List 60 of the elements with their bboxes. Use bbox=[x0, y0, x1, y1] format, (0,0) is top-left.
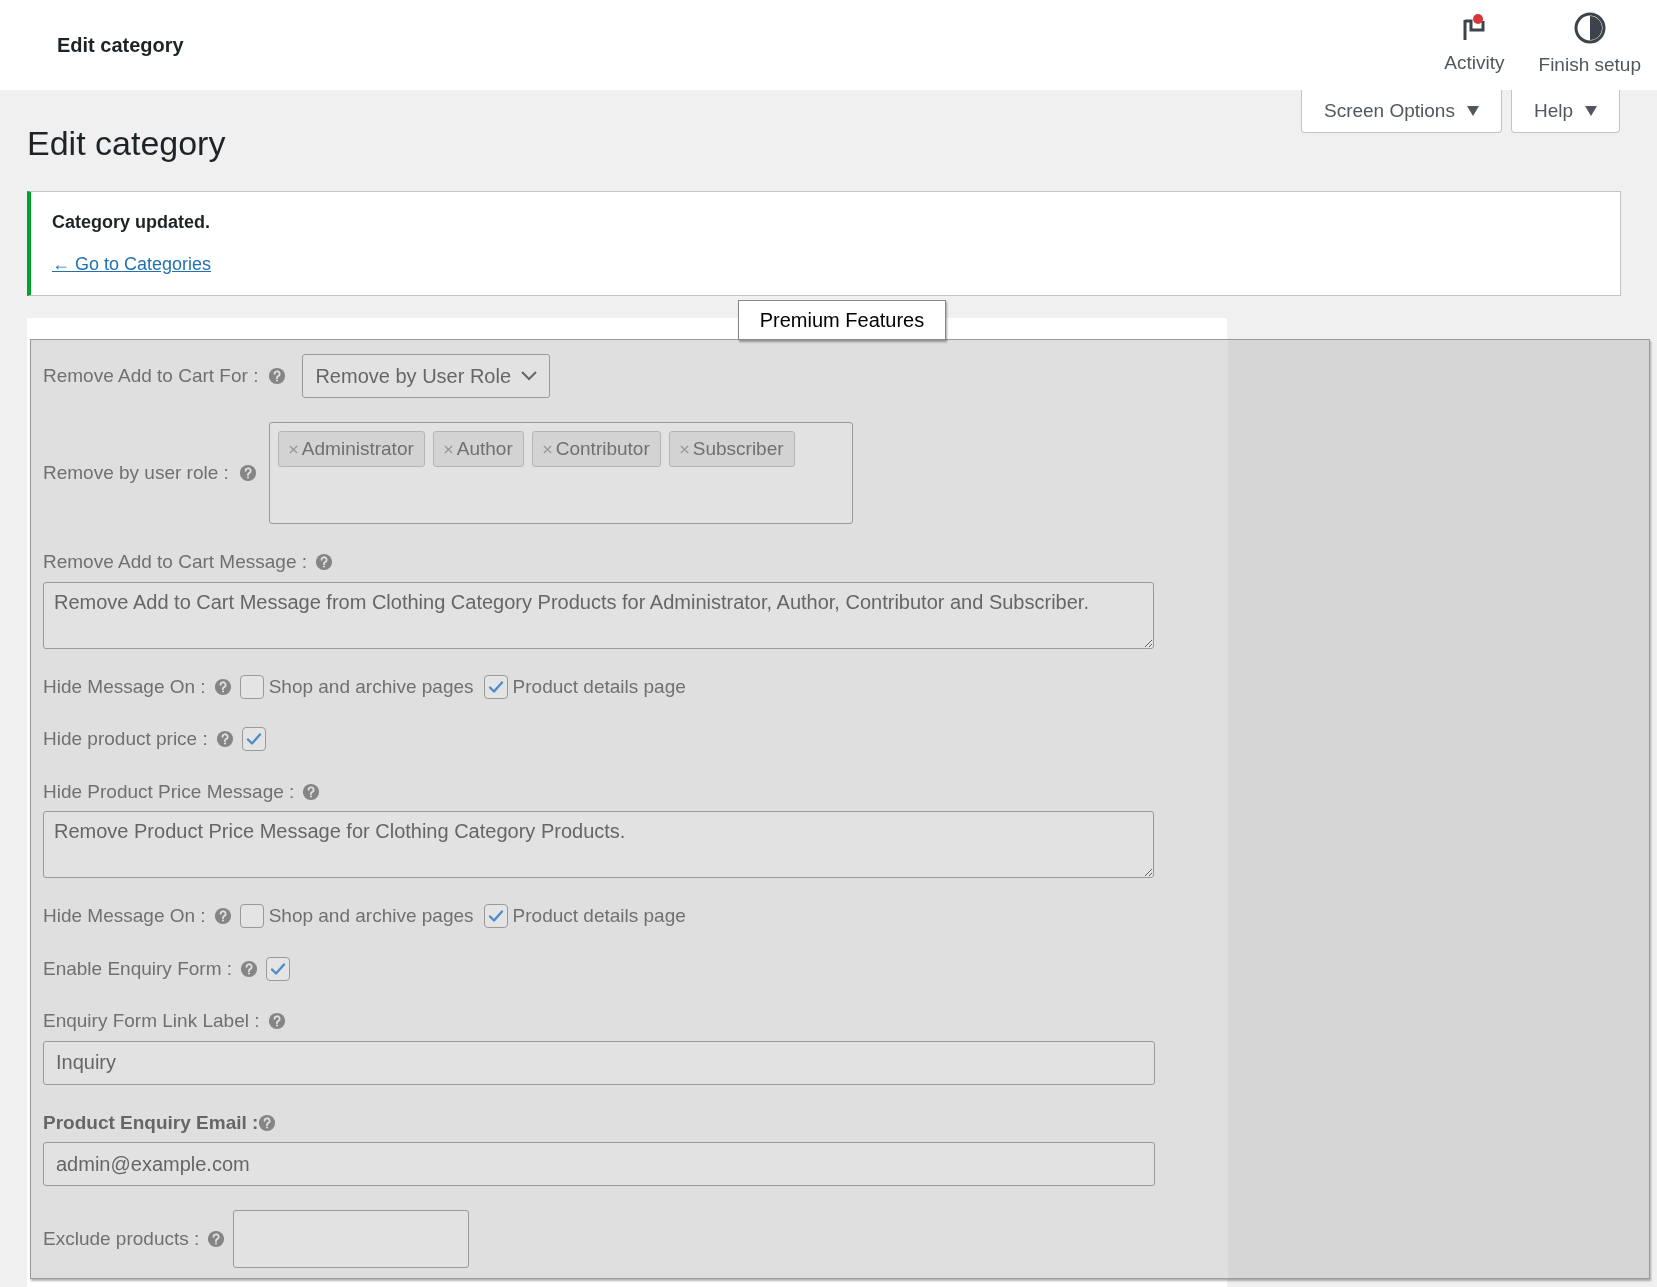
field-label: Hide Product Price Message : bbox=[43, 779, 295, 804]
help-icon bbox=[238, 464, 257, 482]
page-title: Edit category bbox=[27, 123, 226, 164]
role-tags-field[interactable]: Administrator Author Contributor Subscriber bbox=[268, 422, 853, 524]
help-icon bbox=[267, 1012, 286, 1031]
screen-tab[interactable]: Help bbox=[1510, 90, 1620, 133]
help-icon bbox=[258, 1113, 277, 1132]
help-icon bbox=[268, 367, 287, 385]
text-field[interactable]: Inquiry bbox=[43, 1040, 1155, 1085]
help-icon bbox=[213, 677, 232, 696]
text-field[interactable]: admin@example.com bbox=[43, 1142, 1155, 1186]
field-label: Enable Enquiry Form : bbox=[43, 956, 233, 981]
role-tag[interactable]: Author bbox=[432, 431, 524, 467]
field-label: Enquiry Form Link Label : bbox=[43, 1009, 260, 1033]
remove-icon bbox=[679, 444, 689, 454]
header-action[interactable]: Activity bbox=[1442, 12, 1507, 78]
help-icon bbox=[207, 1230, 226, 1248]
remove-icon bbox=[542, 444, 552, 454]
checkbox[interactable] bbox=[483, 904, 508, 929]
checkbox-label: Shop and archive pages bbox=[268, 674, 474, 699]
header-action[interactable]: Finish setup bbox=[1536, 10, 1643, 80]
field-label: Remove by user role : bbox=[43, 460, 229, 485]
checkbox[interactable] bbox=[483, 674, 508, 699]
role-tag[interactable]: Subscriber bbox=[668, 431, 795, 467]
role-select[interactable]: Remove by User Role bbox=[302, 354, 551, 398]
field-label: Hide Message On : bbox=[43, 674, 206, 699]
checkbox[interactable] bbox=[241, 727, 266, 752]
help-icon bbox=[213, 907, 232, 926]
message-textarea[interactable]: Remove Product Price Message for Clothing Category Products. bbox=[43, 811, 1154, 878]
checkbox-label: Product details page bbox=[512, 674, 686, 699]
role-tag[interactable]: Contributor bbox=[531, 431, 661, 467]
field-label: Product Enquiry Email : bbox=[43, 1110, 259, 1135]
help-icon bbox=[240, 959, 259, 978]
checkbox-label: Shop and archive pages bbox=[268, 904, 474, 928]
message-textarea[interactable]: Remove Add to Cart Message from Clothing Category Products for Administrator, Author, Contributor and Subscriber. bbox=[43, 581, 1154, 649]
chevron-down-icon bbox=[521, 371, 538, 381]
header-title: Edit category bbox=[57, 33, 184, 58]
checkbox-label: Product details page bbox=[512, 904, 686, 928]
caret-icon bbox=[1466, 106, 1479, 116]
field-label: Hide Message On : bbox=[43, 904, 206, 928]
screen-tab[interactable]: Screen Options bbox=[1300, 90, 1502, 133]
half-circle-icon bbox=[1572, 10, 1607, 45]
remove-icon bbox=[443, 444, 453, 454]
checkbox[interactable] bbox=[239, 904, 264, 929]
categories-link[interactable]: ← Go to Categories bbox=[52, 254, 212, 274]
field-label: Remove Add to Cart Message : bbox=[43, 550, 307, 574]
remove-icon bbox=[288, 444, 298, 454]
role-tag[interactable]: Administrator bbox=[277, 431, 425, 467]
field-label: Hide product price : bbox=[43, 727, 208, 751]
help-icon bbox=[215, 730, 234, 749]
caret-icon bbox=[1585, 106, 1597, 116]
field-label: Remove Add to Cart For : bbox=[43, 363, 259, 388]
help-icon bbox=[315, 553, 333, 572]
premium-label: Premium Features bbox=[738, 300, 946, 340]
checkbox[interactable] bbox=[266, 956, 291, 981]
help-icon bbox=[302, 782, 321, 801]
notice-message: Category updated. bbox=[52, 211, 212, 234]
products-field[interactable] bbox=[233, 1210, 470, 1268]
field-label: Exclude products : bbox=[43, 1226, 200, 1251]
checkbox[interactable] bbox=[239, 674, 264, 699]
